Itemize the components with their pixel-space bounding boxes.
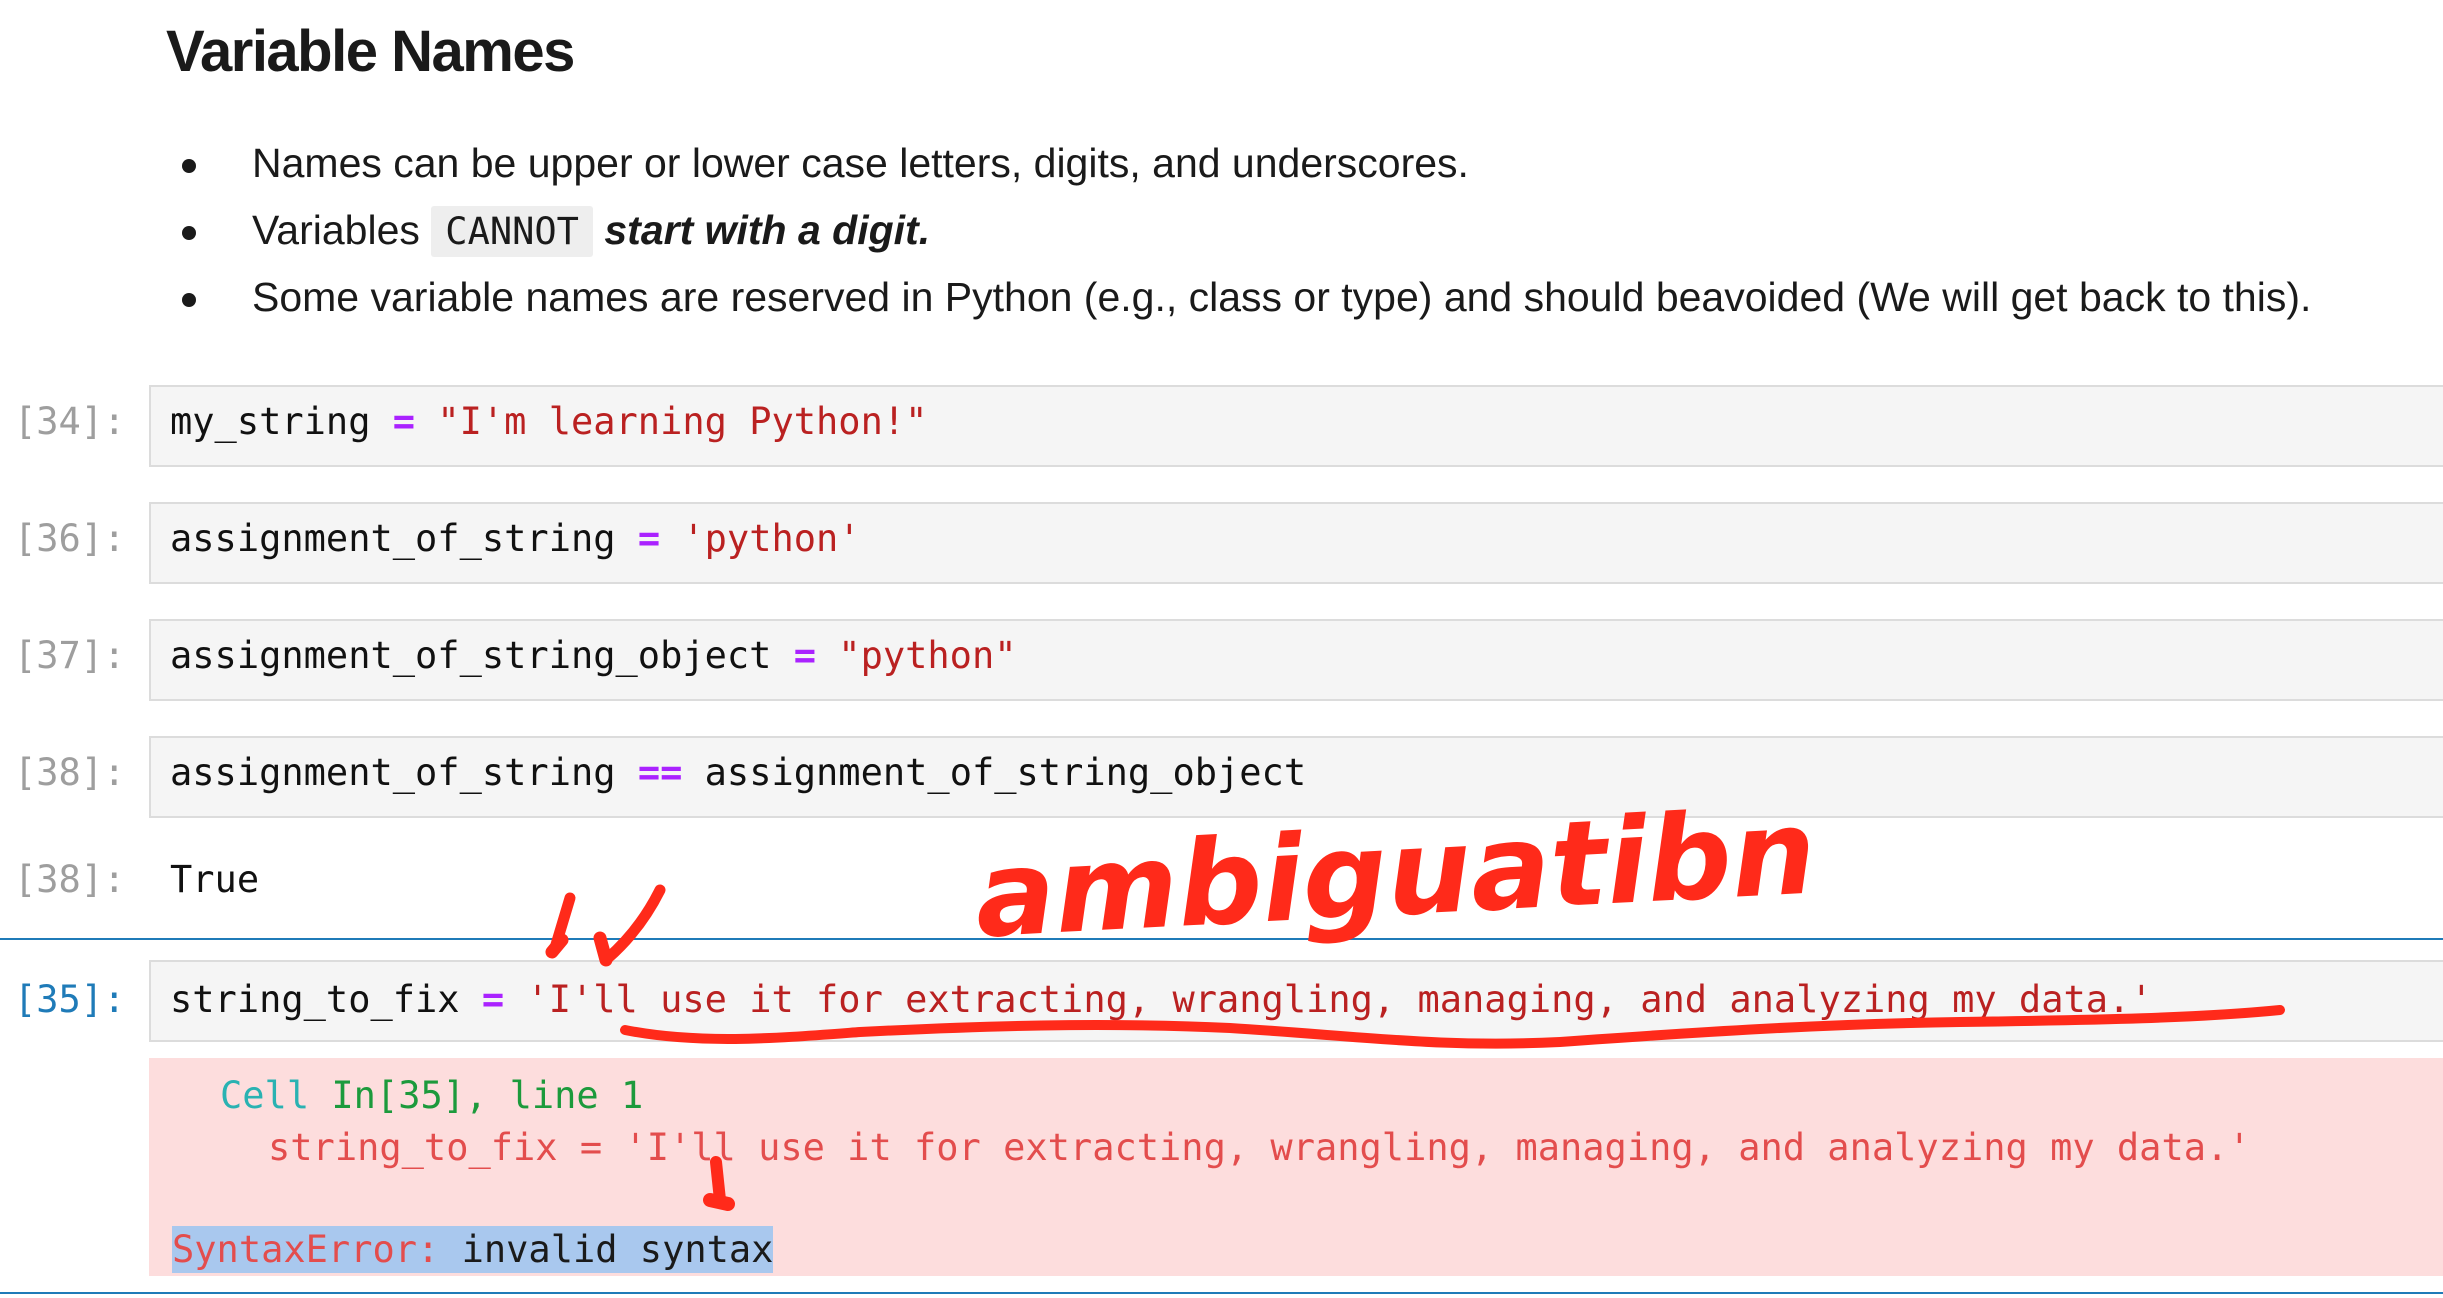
code-line: assignment_of_string = 'python' bbox=[170, 517, 861, 560]
error-cell-location: In[35], line 1 bbox=[331, 1074, 644, 1117]
cell-prompt: [38]: bbox=[14, 751, 126, 794]
code-variable: assignment_of_string bbox=[170, 517, 616, 560]
code-line: string_to_fix = 'I'll use it for extract… bbox=[170, 978, 2153, 1021]
error-type: SyntaxError: bbox=[172, 1228, 440, 1271]
code-operator: = bbox=[392, 400, 416, 443]
error-text: invalid syntax bbox=[439, 1228, 774, 1271]
inline-code: CANNOT bbox=[431, 206, 593, 257]
code-variable: assignment_of_string_object bbox=[704, 751, 1307, 794]
annotation-mark bbox=[549, 892, 576, 954]
error-cell-ref: Cell In[35], line 1 bbox=[220, 1074, 643, 1117]
code-string: "python" bbox=[838, 634, 1017, 677]
code-variable: string_to_fix bbox=[170, 978, 460, 1021]
bullet-item: Some variable names are reserved in Pyth… bbox=[210, 264, 2311, 331]
code-line: assignment_of_string == assignment_of_st… bbox=[170, 751, 1306, 794]
bullet-item: Variables CANNOT start with a digit. bbox=[210, 197, 2311, 264]
cell-prompt: [37]: bbox=[14, 634, 126, 677]
code-operator: = bbox=[637, 517, 661, 560]
error-code-line: string_to_fix = 'I'll use it for extract… bbox=[268, 1126, 2251, 1169]
error-cell-label: Cell bbox=[220, 1074, 310, 1117]
output-value: True bbox=[170, 858, 260, 901]
cell-prompt: [36]: bbox=[14, 517, 126, 560]
code-variable: my_string bbox=[170, 400, 371, 443]
bullet-list: Names can be upper or lower case letters… bbox=[210, 130, 2311, 331]
emphasis-period: . bbox=[918, 207, 931, 253]
code-operator: == bbox=[637, 751, 683, 794]
error-message: SyntaxError: invalid syntax bbox=[172, 1226, 774, 1273]
code-variable: assignment_of_string bbox=[170, 751, 616, 794]
cell-prompt: [34]: bbox=[14, 400, 126, 443]
code-line: my_string = "I'm learning Python!" bbox=[170, 400, 927, 443]
code-string: 'python' bbox=[682, 517, 861, 560]
cell-selection-border-bottom bbox=[0, 1292, 2443, 1294]
bullet-text: Some variable names are reserved in Pyth… bbox=[252, 274, 2312, 320]
code-operator: = bbox=[793, 634, 817, 677]
cell-selection-border-top bbox=[0, 938, 2443, 940]
output-prompt: [38]: bbox=[14, 858, 126, 901]
annotation-mark bbox=[545, 933, 569, 959]
code-string: 'I'll use it for extracting, wrangling, … bbox=[526, 978, 2153, 1021]
annotation-mark bbox=[602, 884, 666, 964]
code-string: "I'm learning Python!" bbox=[437, 400, 928, 443]
bullet-text-prefix: Variables bbox=[252, 207, 420, 253]
cell-prompt-active: [35]: bbox=[14, 978, 126, 1021]
bullet-item: Names can be upper or lower case letters… bbox=[210, 130, 2311, 197]
code-variable: assignment_of_string_object bbox=[170, 634, 772, 677]
code-line: assignment_of_string_object = "python" bbox=[170, 634, 1017, 677]
annotation-mark bbox=[593, 931, 613, 967]
bullet-text: Names can be upper or lower case letters… bbox=[252, 140, 1469, 186]
code-operator: = bbox=[481, 978, 505, 1021]
section-heading: Variable Names bbox=[166, 19, 575, 84]
emphasis-text: start with a digit bbox=[604, 207, 919, 253]
